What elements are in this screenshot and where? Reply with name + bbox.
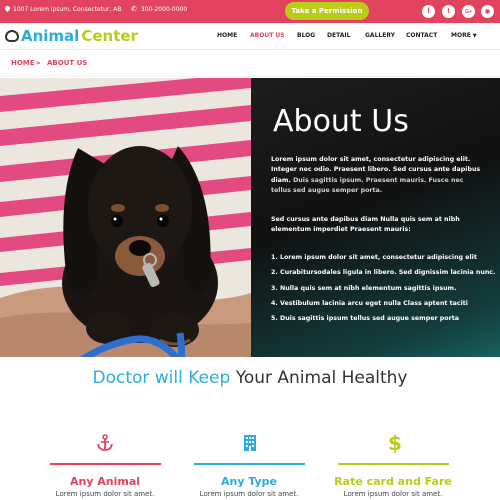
- about-paragraph-1-muted: Duis sagittis ipsum. Praesent mauris. Fu…: [271, 176, 464, 194]
- card-divider: [50, 463, 161, 465]
- breadcrumb: HOME » ABOUT US: [0, 50, 500, 77]
- card-text: Lorem ipsum dolor sit amet.: [343, 490, 443, 498]
- nav-home[interactable]: HOME: [217, 32, 237, 39]
- card-divider: [194, 463, 305, 465]
- list-item: 3. Nulla quis sem at nibh elementum sagi…: [271, 284, 457, 292]
- location-pin-icon: [5, 6, 10, 13]
- anchor-icon: [95, 433, 115, 453]
- address: 1007 Lorem ipsum, Consectetur, AB: [5, 6, 121, 13]
- card-title-any-type: Any Type: [220, 475, 278, 488]
- section-heading-dark: Your Animal Healthy: [235, 368, 408, 388]
- breadcrumb-current: ABOUT US: [47, 59, 88, 67]
- card-title-any-animal: Any Animal: [69, 475, 141, 488]
- puppy-photo: [0, 78, 251, 357]
- about-content: About Us Lorem ipsum dolor sit amet, con…: [251, 78, 500, 357]
- building-icon: [240, 433, 260, 453]
- list-item: 5. Duis sagittis ipsum tellus sed augue …: [271, 315, 459, 323]
- phone: ✆ 300-2000-0000: [131, 5, 188, 14]
- twitter-icon[interactable]: t: [442, 5, 455, 18]
- address-text: 1007 Lorem ipsum, Consectetur, AB: [13, 6, 122, 13]
- breadcrumb-separator: »: [36, 59, 41, 67]
- chevron-down-icon: ▼: [472, 33, 477, 39]
- top-bar: 1007 Lorem ipsum, Consectetur, AB ✆ 300-…: [0, 0, 500, 23]
- navbar: Animal Center HOME ABOUT US BLOG DETAIL …: [0, 23, 500, 50]
- list-item: 1. Lorem ipsum dolor sit amet, consectet…: [271, 254, 477, 261]
- section-heading-blue: Doctor will Keep: [92, 368, 231, 388]
- section-heading: Doctor will Keep Your Animal Healthy: [0, 368, 500, 388]
- list-item: 2. Curabitursodales ligula in libero. Se…: [271, 269, 496, 277]
- nav-about-us[interactable]: ABOUT US: [250, 32, 285, 39]
- facebook-icon[interactable]: f: [422, 5, 435, 18]
- card-title-rate-card: Rate card and Fare: [334, 475, 452, 488]
- card-text: Lorem ipsum dolor sit amet.: [199, 490, 299, 498]
- logo[interactable]: Animal Center: [5, 27, 138, 45]
- logo-word-1: Animal: [21, 27, 80, 45]
- nav-contact[interactable]: CONTACT: [406, 32, 437, 39]
- rss-icon[interactable]: ◉: [481, 5, 494, 18]
- card-text: Lorem ipsum dolor sit amet.: [55, 490, 155, 498]
- logo-mark-icon: [5, 30, 19, 42]
- about-paragraph-2: Sed cursus ante dapibus diam Nulla quis …: [271, 216, 460, 234]
- nav-detail[interactable]: DETAIL: [327, 32, 350, 39]
- list-item: 4. Vestibulum lacinia arcu eget nulla Cl…: [271, 299, 468, 307]
- phone-icon: ✆: [131, 5, 137, 13]
- phone-text: 300-2000-0000: [140, 6, 188, 13]
- logo-word-2: Center: [81, 27, 138, 45]
- nav-gallery[interactable]: GALLERY: [365, 32, 395, 39]
- nav-blog[interactable]: BLOG: [297, 32, 315, 39]
- take-permission-button[interactable]: Take a Permission: [285, 2, 369, 20]
- google-plus-icon[interactable]: G+: [462, 5, 475, 18]
- about-title: About Us: [273, 104, 409, 139]
- card-divider: [338, 463, 449, 465]
- dollar-icon: $: [388, 431, 402, 455]
- about-hero: About Us Lorem ipsum dolor sit amet, con…: [0, 78, 500, 357]
- puppy-illustration: [0, 78, 251, 357]
- nav-more[interactable]: MORE ▼: [451, 32, 477, 39]
- about-paragraph-1: Lorem ipsum dolor sit amet, consectetur …: [271, 155, 485, 196]
- nav-more-label: MORE: [451, 32, 471, 39]
- breadcrumb-home[interactable]: HOME: [11, 59, 35, 67]
- about-list: 1. Lorem ipsum dolor sit amet, consectet…: [271, 250, 496, 326]
